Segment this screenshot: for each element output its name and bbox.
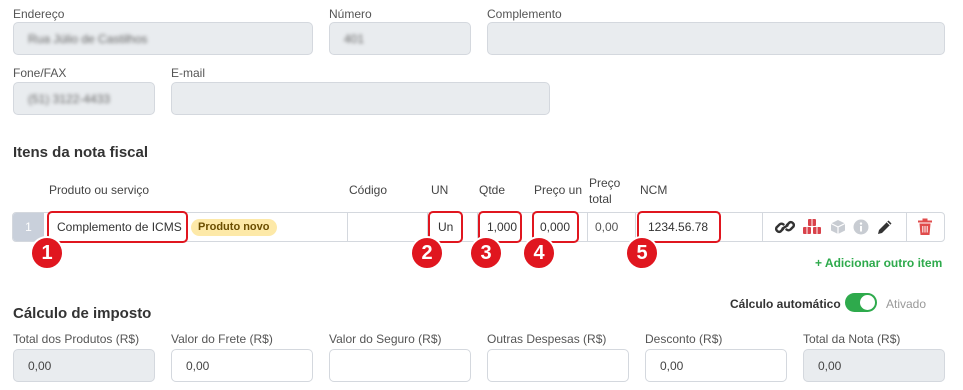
- boxes-icon[interactable]: [802, 218, 822, 236]
- trash-icon[interactable]: [917, 218, 933, 236]
- fone-field[interactable]: (51) 3122-4433: [13, 82, 155, 115]
- valor-frete-label: Valor do Frete (R$): [171, 332, 273, 346]
- produto-novo-badge: Produto novo: [191, 219, 277, 236]
- annotation-marker-4: 4: [522, 236, 556, 270]
- annotation-marker-1: 1: [30, 236, 64, 270]
- preco-total-value: 0,00: [595, 220, 619, 234]
- complemento-label: Complemento: [487, 7, 562, 21]
- info-icon[interactable]: [853, 219, 869, 235]
- email-label: E-mail: [171, 66, 206, 80]
- col-codigo: Código: [349, 183, 388, 197]
- auto-calc-toggle[interactable]: [845, 293, 877, 312]
- total-nota-value: 0,00: [818, 359, 842, 373]
- numero-value: 401: [344, 32, 365, 46]
- annotation-marker-3: 3: [469, 236, 503, 270]
- col-qtde: Qtde: [479, 183, 506, 197]
- outras-despesas-label: Outras Despesas (R$): [487, 332, 607, 346]
- valor-frete-value: 0,00: [186, 359, 210, 373]
- outras-despesas-field[interactable]: [487, 349, 629, 382]
- annotation-marker-2: 2: [410, 236, 444, 270]
- endereco-label: Endereço: [13, 7, 65, 21]
- fone-label: Fone/FAX: [13, 66, 67, 80]
- annotation-marker-5: 5: [625, 236, 659, 270]
- auto-calc-state: Ativado: [886, 297, 927, 311]
- col-produto: Produto ou serviço: [49, 183, 150, 197]
- add-item-button[interactable]: + Adicionar outro item: [815, 256, 942, 270]
- auto-calc-label: Cálculo automático: [730, 297, 841, 311]
- pencil-icon[interactable]: [876, 218, 894, 236]
- col-un: UN: [431, 183, 449, 197]
- endereco-field[interactable]: Rua Júlio de Castilhos: [13, 22, 313, 55]
- desconto-field[interactable]: 0,00: [645, 349, 787, 382]
- email-field[interactable]: [171, 82, 550, 115]
- endereco-value: Rua Júlio de Castilhos: [28, 32, 148, 46]
- toggle-knob: [860, 295, 875, 310]
- valor-seguro-field[interactable]: [329, 349, 471, 382]
- total-produtos-value: 0,00: [28, 359, 52, 373]
- total-produtos-label: Total dos Produtos (R$): [13, 332, 140, 346]
- items-section-title: Itens da nota fiscal: [13, 144, 149, 161]
- col-preco-total-2: total: [589, 192, 612, 206]
- link-icon[interactable]: [775, 218, 795, 236]
- col-ncm: NCM: [640, 183, 668, 197]
- box-icon[interactable]: [830, 219, 846, 235]
- col-preco-total-1: Preço: [589, 176, 621, 190]
- fone-value: (51) 3122-4433: [28, 92, 111, 106]
- tax-section-title: Cálculo de imposto: [13, 305, 152, 322]
- col-preco-un: Preço un: [534, 183, 583, 197]
- valor-frete-field[interactable]: 0,00: [171, 349, 313, 382]
- numero-label: Número: [329, 7, 372, 21]
- numero-field[interactable]: 401: [329, 22, 471, 55]
- annotation-box-produto: [47, 211, 188, 243]
- total-nota-field[interactable]: 0,00: [803, 349, 945, 382]
- total-nota-label: Total da Nota (R$): [803, 332, 901, 346]
- desconto-label: Desconto (R$): [645, 332, 723, 346]
- valor-seguro-label: Valor do Seguro (R$): [329, 332, 442, 346]
- desconto-value: 0,00: [660, 359, 684, 373]
- total-produtos-field[interactable]: 0,00: [13, 349, 155, 382]
- complemento-field[interactable]: [487, 22, 945, 55]
